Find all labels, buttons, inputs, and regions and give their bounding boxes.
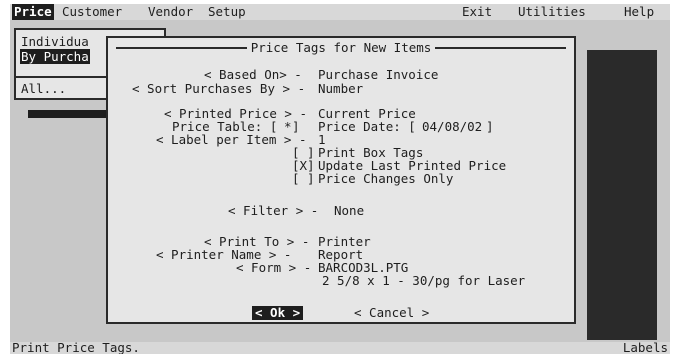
terminal-screen: Price Customer Vendor Setup Exit Utiliti… (10, 4, 670, 354)
background-window-panel (587, 50, 657, 340)
checkbox-label-price-changes-only: Price Changes Only (318, 171, 454, 186)
price-date-close: ] (486, 119, 494, 134)
based-on-label[interactable]: < Based On> - (204, 68, 302, 81)
price-date-field[interactable]: 04/08/02 (422, 120, 482, 133)
price-tags-dialog: Price Tags for New Items < Based On> - P… (106, 36, 576, 324)
menu-bar: Price Customer Vendor Setup Exit Utiliti… (10, 4, 670, 20)
status-bar: Print Price Tags. Labels (10, 340, 670, 354)
background-shadow-bar (28, 110, 108, 118)
label-per-item-label[interactable]: < Label per Item > - (156, 133, 307, 146)
filter-label[interactable]: < Filter > - (228, 204, 318, 217)
menu-setup[interactable]: Setup (206, 4, 248, 20)
sort-by-label[interactable]: < Sort Purchases By > - (132, 82, 305, 95)
based-on-value: Purchase Invoice (318, 67, 439, 82)
sort-by-value: Number (318, 81, 364, 96)
price-date-label: Price Date: [ (318, 119, 416, 134)
status-mode: Labels (622, 340, 668, 354)
ok-button[interactable]: < Ok > (252, 306, 304, 320)
checkbox-price-changes-only[interactable]: [ ] (292, 172, 315, 185)
submenu-item-by-purchase[interactable]: By Purcha (20, 49, 90, 64)
dialog-title: Price Tags for New Items (108, 40, 574, 56)
status-message: Print Price Tags. (12, 340, 140, 354)
filter-value: None (334, 203, 365, 218)
menu-price[interactable]: Price (12, 4, 54, 20)
submenu-item-all[interactable]: All... (20, 81, 67, 96)
form-description: 2 5/8 x 1 - 30/pg for Laser (322, 273, 526, 288)
form-label[interactable]: < Form > - (236, 261, 311, 274)
menu-vendor[interactable]: Vendor (146, 4, 195, 20)
menu-customer[interactable]: Customer (60, 4, 124, 20)
menu-help[interactable]: Help (622, 4, 656, 20)
cancel-button[interactable]: < Cancel > (354, 306, 429, 320)
menu-utilities[interactable]: Utilities (516, 4, 588, 20)
menu-exit[interactable]: Exit (460, 4, 494, 20)
submenu-item-individual[interactable]: Individua (20, 34, 90, 49)
